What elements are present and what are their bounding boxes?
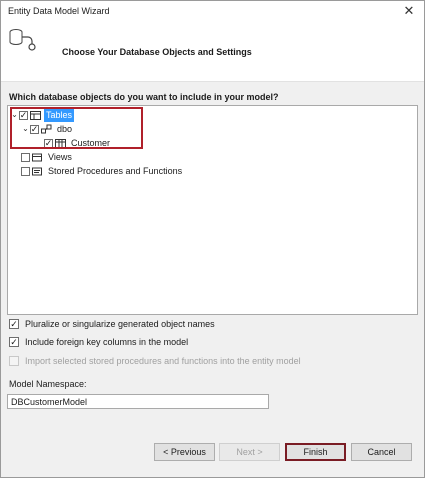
foreign-keys-label: Include foreign key columns in the model [25, 337, 189, 347]
view-icon [32, 153, 42, 161]
window-title: Entity Data Model Wizard [8, 6, 110, 16]
tree-node-procs[interactable]: Stored Procedures and Functions [21, 164, 184, 178]
tree-node-dbo[interactable]: ⌄ ✓ dbo [21, 122, 74, 136]
foreign-keys-option[interactable]: ✓ Include foreign key columns in the mod… [9, 337, 188, 347]
title-bar: Entity Data Model Wizard ✕ [1, 1, 424, 21]
pluralize-label: Pluralize or singularize generated objec… [25, 319, 215, 329]
wizard-header: Choose Your Database Objects and Setting… [1, 21, 424, 82]
pluralize-checkbox[interactable]: ✓ [9, 319, 19, 329]
namespace-input[interactable] [7, 394, 269, 409]
namespace-label: Model Namespace: [9, 379, 87, 389]
import-procs-option: Import selected stored procedures and fu… [9, 356, 301, 366]
tree-node-tables[interactable]: ⌄ ✓ Tables [10, 108, 75, 122]
tree-label-customer[interactable]: Customer [69, 136, 112, 150]
foreign-keys-checkbox[interactable]: ✓ [9, 337, 19, 347]
tree-node-views[interactable]: Views [21, 150, 74, 164]
tree-label-procs[interactable]: Stored Procedures and Functions [46, 164, 184, 178]
database-connect-icon [9, 29, 36, 51]
next-button: Next > [219, 443, 280, 461]
import-procs-checkbox [9, 356, 19, 366]
page-title: Choose Your Database Objects and Setting… [62, 47, 252, 57]
tables-checkbox[interactable]: ✓ [19, 110, 28, 120]
chevron-down-icon[interactable]: ⌄ [21, 122, 30, 136]
close-icon[interactable]: ✕ [394, 1, 424, 21]
finish-button[interactable]: Finish [285, 443, 346, 461]
chevron-down-icon[interactable]: ⌄ [10, 108, 19, 122]
stored-procedure-icon [32, 167, 42, 175]
schema-icon [41, 124, 52, 133]
procs-checkbox[interactable] [21, 166, 30, 176]
tree-node-customer[interactable]: ✓ Customer [44, 136, 112, 150]
tree-question-label: Which database objects do you want to in… [9, 92, 279, 102]
table-icon [55, 138, 66, 148]
views-checkbox[interactable] [21, 152, 30, 162]
import-procs-label: Import selected stored procedures and fu… [25, 356, 301, 366]
table-folder-icon [30, 110, 41, 120]
database-objects-tree[interactable]: ⌄ ✓ Tables ⌄ ✓ dbo ✓ Customer Views Stor… [7, 105, 418, 315]
customer-checkbox[interactable]: ✓ [44, 138, 53, 148]
dbo-checkbox[interactable]: ✓ [30, 124, 39, 134]
tree-label-views[interactable]: Views [46, 150, 74, 164]
tree-label-tables[interactable]: Tables [44, 108, 75, 122]
tree-label-dbo[interactable]: dbo [55, 122, 74, 136]
wizard-window: Entity Data Model Wizard ✕ Choose Your D… [0, 0, 425, 478]
previous-button[interactable]: < Previous [154, 443, 215, 461]
pluralize-option[interactable]: ✓ Pluralize or singularize generated obj… [9, 319, 215, 329]
cancel-button[interactable]: Cancel [351, 443, 412, 461]
